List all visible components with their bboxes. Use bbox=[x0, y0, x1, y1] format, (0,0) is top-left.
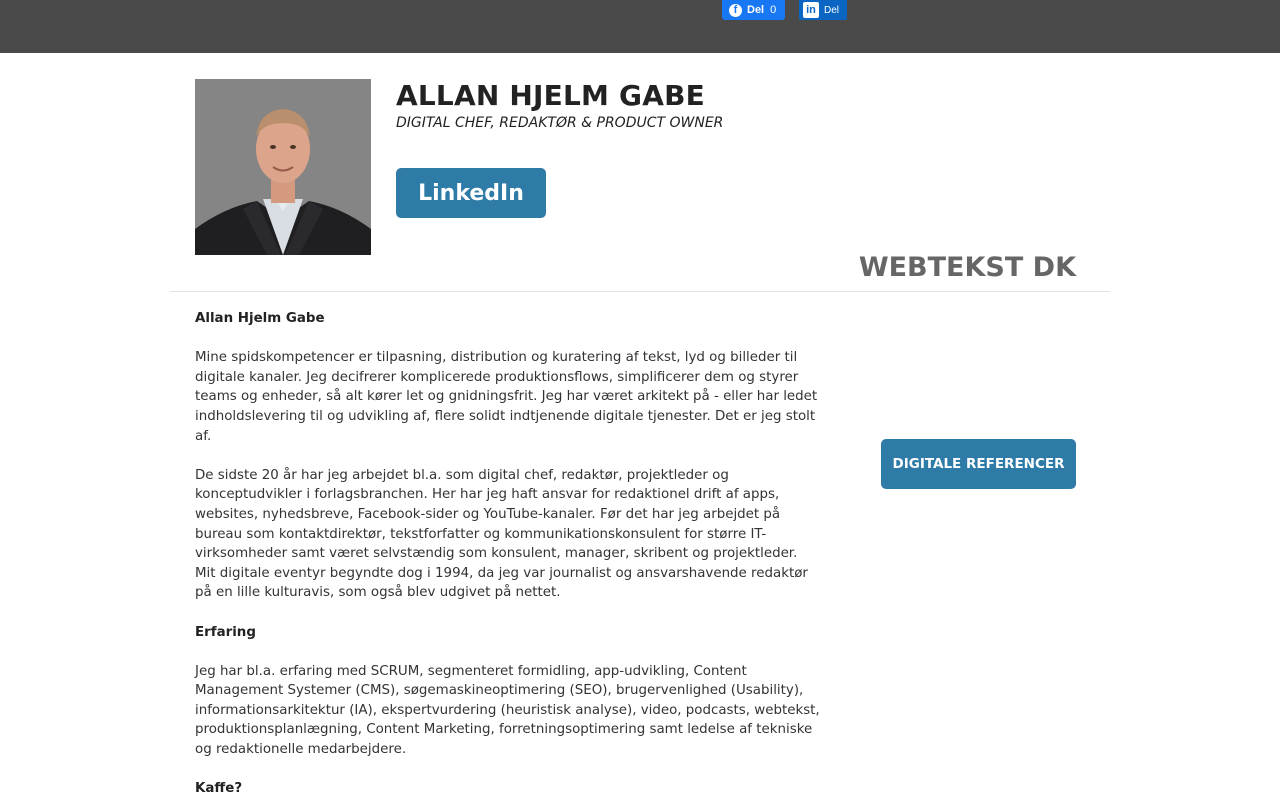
bio-paragraph-3: Jeg har bl.a. erfaring med SCRUM, segmen… bbox=[195, 663, 820, 758]
linkedin-profile-button[interactable]: LinkedIn bbox=[396, 168, 546, 218]
divider bbox=[170, 291, 1110, 292]
bio-heading-name: Allan Hjelm Gabe bbox=[195, 311, 325, 326]
profile-title: DIGITAL CHEF, REDAKTØR & PRODUCT OWNER bbox=[396, 115, 724, 131]
facebook-share-count: 0 bbox=[770, 4, 777, 16]
digital-references-button[interactable]: DIGITALE REFERENCER bbox=[881, 439, 1076, 489]
facebook-icon: f bbox=[729, 3, 742, 17]
linkedin-icon: in bbox=[803, 2, 819, 18]
profile-name: ALLAN HJELM GABE bbox=[396, 79, 705, 112]
linkedin-share-button[interactable]: in Del bbox=[799, 0, 847, 20]
person-portrait-icon bbox=[195, 79, 371, 255]
facebook-share-button[interactable]: f Del 0 bbox=[722, 0, 785, 20]
top-bar: f Del 0 in Del bbox=[0, 0, 1280, 53]
bio-content: Allan Hjelm Gabe Mine spidskompetencer e… bbox=[195, 309, 820, 800]
bio-paragraph-1: Mine spidskompetencer er tilpasning, dis… bbox=[195, 350, 818, 444]
profile-photo bbox=[195, 79, 371, 255]
bio-heading-coffee: Kaffe? bbox=[195, 781, 243, 797]
brand-logo-text[interactable]: WEBTEKST DK bbox=[859, 252, 1076, 283]
linkedin-share-label: Del bbox=[824, 4, 840, 16]
bio-heading-experience: Erfaring bbox=[195, 624, 256, 640]
facebook-share-label: Del bbox=[747, 4, 765, 16]
bio-paragraph-2: De sidste 20 år har jeg arbejdet bl.a. s… bbox=[195, 467, 808, 601]
